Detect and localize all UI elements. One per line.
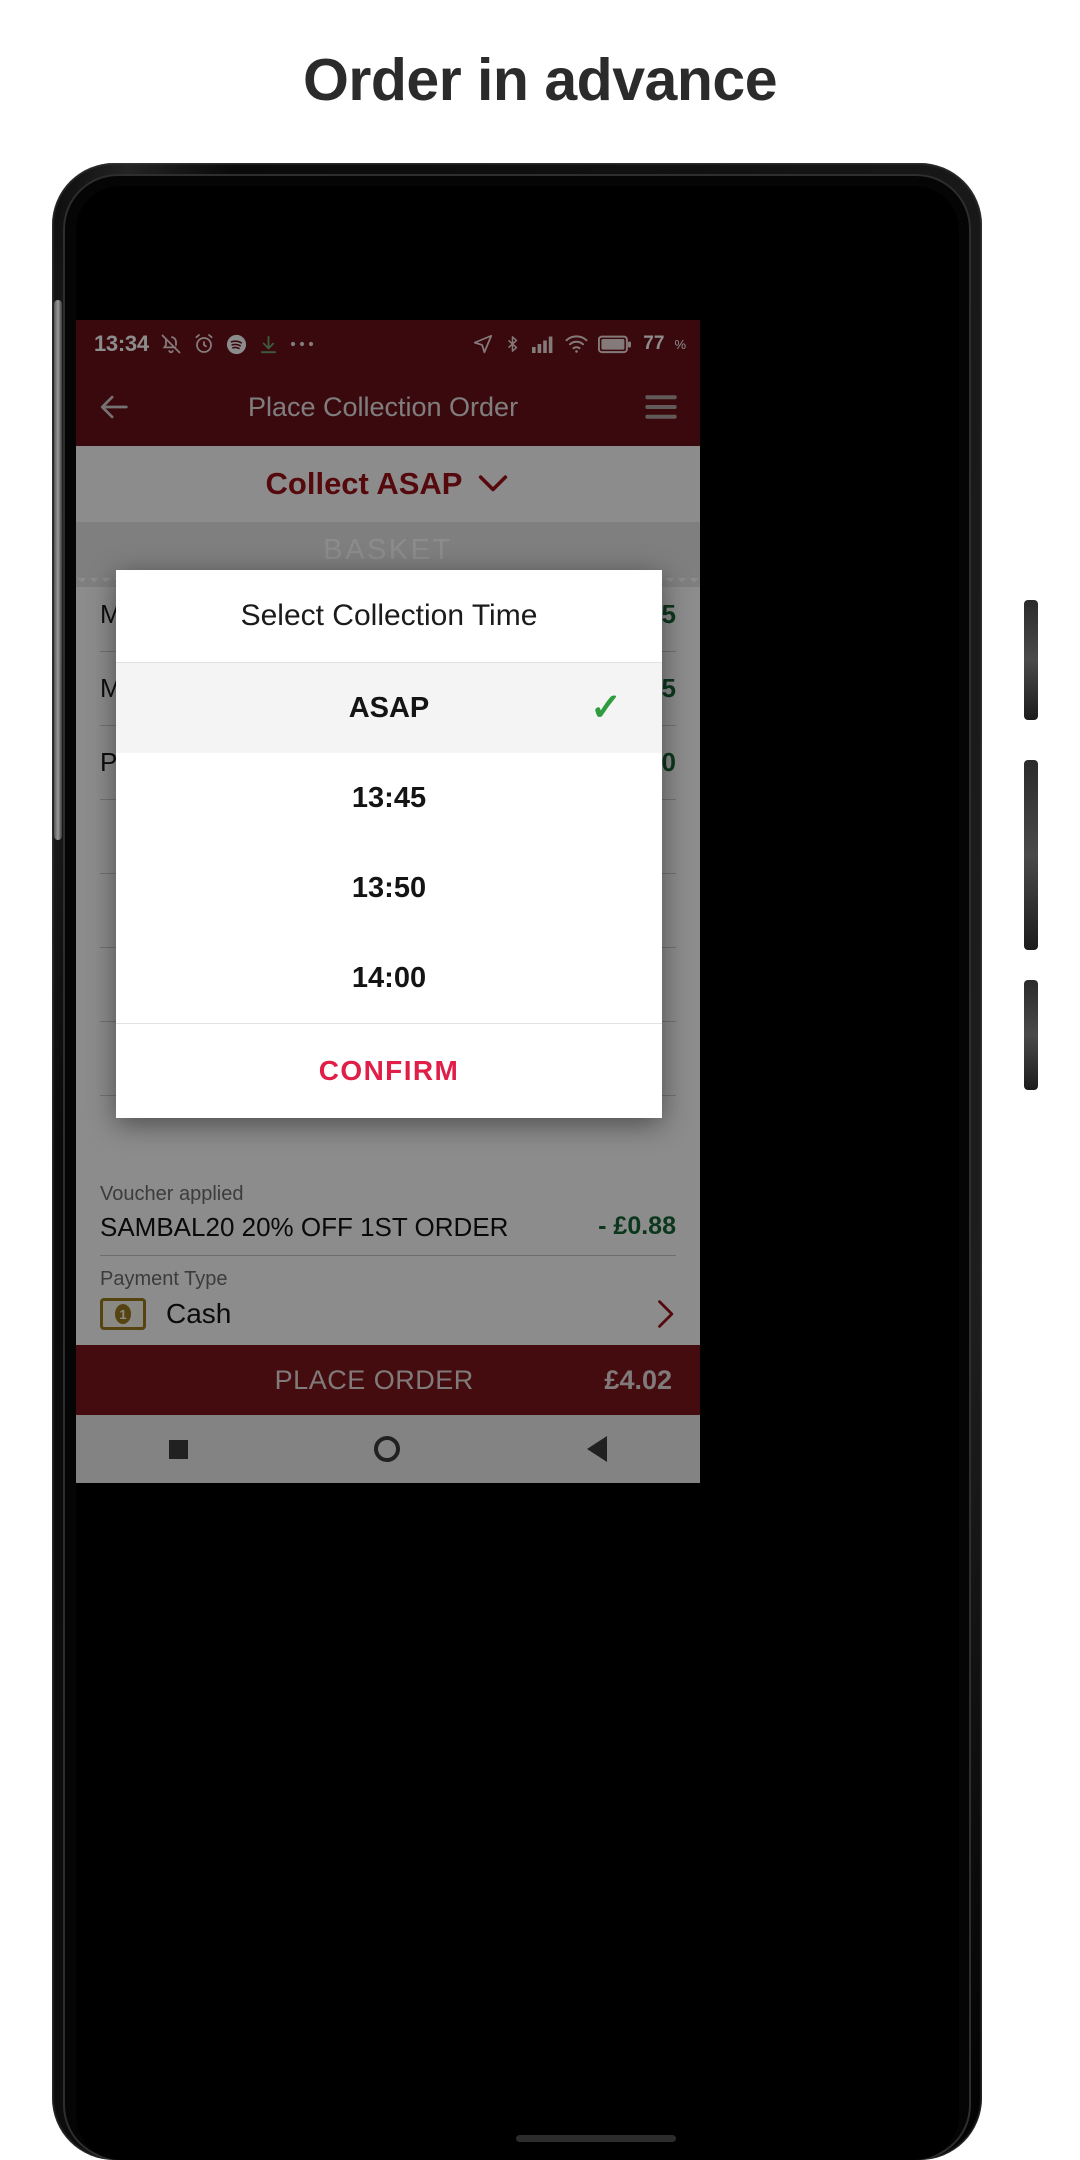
status-bar-clock: 13:34 <box>94 331 149 356</box>
dialog-option-label: 13:50 <box>351 871 427 904</box>
dialog-option-label: 14:00 <box>351 961 427 994</box>
square-recents-icon[interactable] <box>169 1439 189 1459</box>
bluetooth-icon <box>508 336 518 352</box>
payment-section: Payment Type 1 Cash <box>76 1256 700 1331</box>
alarm-clock-icon <box>195 334 213 353</box>
status-bar-left-icons <box>159 332 315 356</box>
wifi-icon <box>565 335 588 353</box>
cash-note-icon: 1 <box>100 1298 146 1330</box>
payment-method-name: Cash <box>166 1298 232 1329</box>
volume-down-button[interactable] <box>1024 980 1038 1090</box>
voucher-label: Voucher applied <box>100 1183 244 1205</box>
payment-method-row[interactable]: 1 Cash <box>100 1297 676 1331</box>
dialog-option-label: ASAP <box>348 691 430 724</box>
select-collection-time-dialog: Select Collection Time ASAP ✓ 13:45 13:5… <box>116 570 662 1118</box>
dialog-option-1350[interactable]: 13:50 <box>116 843 662 933</box>
place-order-total: £4.02 <box>604 1364 672 1395</box>
status-bar: 13:34 77 % <box>76 320 700 368</box>
collect-time-label: Collect ASAP <box>265 466 463 501</box>
spotify-icon <box>226 334 246 354</box>
place-order-button[interactable]: PLACE ORDER £4.02 <box>76 1345 700 1415</box>
payment-type-label: Payment Type <box>100 1268 228 1290</box>
status-bar-right-icons: 77 % <box>472 333 686 355</box>
confirm-button[interactable]: CONFIRM <box>313 1054 465 1088</box>
toolbar-title: Place Collection Order <box>247 391 519 422</box>
phone-side-highlight <box>54 300 62 840</box>
location-icon <box>474 334 493 354</box>
android-nav-bar <box>76 1415 700 1483</box>
dialog-options-list: ASAP ✓ 13:45 13:50 14:00 <box>116 663 662 1023</box>
voucher-code: SAMBAL20 20% OFF 1ST ORDER <box>100 1212 509 1242</box>
battery-icon <box>598 335 632 353</box>
dialog-option-1345[interactable]: 13:45 <box>116 753 662 843</box>
more-icon <box>290 341 313 347</box>
cellular-signal-icon <box>532 336 553 353</box>
app-toolbar: Place Collection Order <box>76 368 700 446</box>
bottom-speaker <box>516 2135 676 2142</box>
chevron-right-icon[interactable] <box>654 1297 676 1331</box>
basket-header-label: BASKET <box>323 533 453 566</box>
dialog-option-label: 13:45 <box>351 781 427 814</box>
power-button[interactable] <box>1024 600 1038 720</box>
dialog-actions: CONFIRM <box>116 1023 662 1118</box>
page-title: Order in advance <box>302 47 778 113</box>
place-order-label: PLACE ORDER <box>274 1364 474 1395</box>
collect-time-selector[interactable]: Collect ASAP <box>76 446 700 522</box>
hamburger-menu-icon[interactable] <box>644 394 678 420</box>
circle-home-icon[interactable] <box>374 1436 401 1462</box>
voucher-amount: - £0.88 <box>598 1212 676 1240</box>
check-mark-icon: ✓ <box>590 687 622 729</box>
dialog-title: Select Collection Time <box>116 570 662 663</box>
chevron-down-icon <box>479 475 508 492</box>
dialog-option-asap[interactable]: ASAP ✓ <box>116 663 662 753</box>
volume-button[interactable] <box>1024 760 1038 950</box>
battery-percent-symbol: % <box>674 336 686 352</box>
triangle-back-icon[interactable] <box>586 1436 607 1462</box>
app-viewport: 13:34 77 % Place Collection Order Collec… <box>76 320 700 1483</box>
battery-percent: 77 <box>643 333 665 354</box>
bell-off-icon <box>161 334 181 354</box>
voucher-row[interactable]: SAMBAL20 20% OFF 1ST ORDER - £0.88 <box>100 1212 676 1256</box>
voucher-section: Voucher applied SAMBAL20 20% OFF 1ST ORD… <box>76 1169 700 1256</box>
dialog-option-1400[interactable]: 14:00 <box>116 933 662 1023</box>
download-icon <box>260 335 276 353</box>
